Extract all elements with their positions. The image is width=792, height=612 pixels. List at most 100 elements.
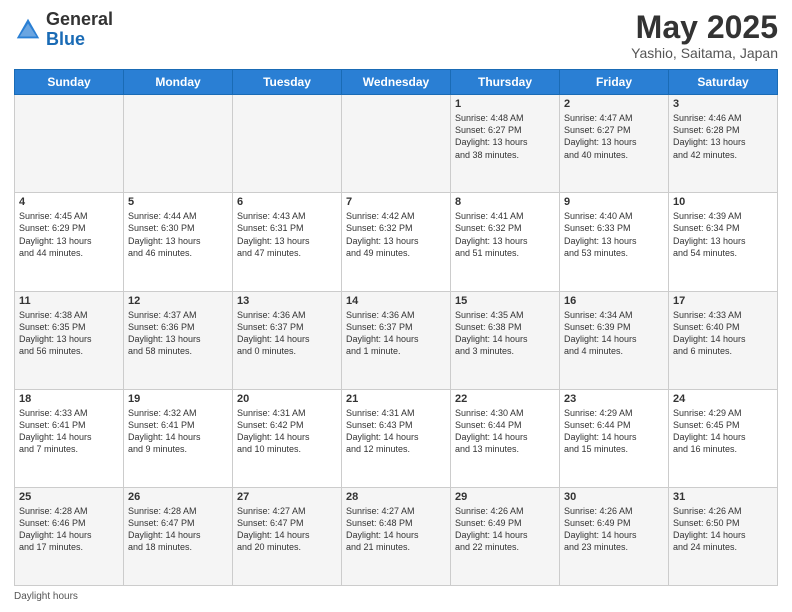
calendar-cell: 13 Sunrise: 4:36 AM Sunset: 6:37 PM Dayli… <box>233 291 342 389</box>
day-info: Sunrise: 4:32 AM Sunset: 6:41 PM Dayligh… <box>128 407 228 456</box>
calendar-cell: 22 Sunrise: 4:30 AM Sunset: 6:44 PM Dayli… <box>451 389 560 487</box>
calendar-dow-friday: Friday <box>560 70 669 95</box>
day-info: Sunrise: 4:26 AM Sunset: 6:49 PM Dayligh… <box>455 505 555 554</box>
day-info: Sunrise: 4:47 AM Sunset: 6:27 PM Dayligh… <box>564 112 664 161</box>
day-number: 3 <box>673 98 773 110</box>
day-info: Sunrise: 4:46 AM Sunset: 6:28 PM Dayligh… <box>673 112 773 161</box>
calendar-cell: 16Sunrise: 4:34 AM Sunset: 6:39 PM Dayli… <box>560 291 669 389</box>
footer: Daylight hours <box>14 591 778 602</box>
calendar-cell: 6 Sunrise: 4:43 AM Sunset: 6:31 PM Daylig… <box>233 193 342 291</box>
logo-blue: Blue <box>46 29 85 49</box>
day-number: 27 <box>237 491 337 503</box>
day-info: Sunrise: 4:40 AM Sunset: 6:33 PM Dayligh… <box>564 210 664 259</box>
calendar-cell <box>124 95 233 193</box>
day-info: Sunrise: 4:45 AM Sunset: 6:29 PM Dayligh… <box>19 210 119 259</box>
day-number: 2 <box>564 98 664 110</box>
calendar-cell: 29Sunrise: 4:26 AM Sunset: 6:49 PM Dayli… <box>451 487 560 585</box>
day-info: Sunrise: 4:26 AM Sunset: 6:49 PM Dayligh… <box>564 505 664 554</box>
day-number: 8 <box>455 196 555 208</box>
day-number: 15 <box>455 295 555 307</box>
day-info: Sunrise: 4:29 AM Sunset: 6:44 PM Dayligh… <box>564 407 664 456</box>
day-info: Sunrise: 4:36 AM Sunset: 6:37 PM Dayligh… <box>237 309 337 358</box>
day-number: 19 <box>128 393 228 405</box>
calendar-table: SundayMondayTuesdayWednesdayThursdayFrid… <box>14 69 778 586</box>
day-number: 13 <box>237 295 337 307</box>
day-number: 1 <box>455 98 555 110</box>
day-number: 12 <box>128 295 228 307</box>
day-info: Sunrise: 4:31 AM Sunset: 6:42 PM Dayligh… <box>237 407 337 456</box>
calendar-cell: 7 Sunrise: 4:42 AM Sunset: 6:32 PM Daylig… <box>342 193 451 291</box>
day-number: 5 <box>128 196 228 208</box>
day-number: 30 <box>564 491 664 503</box>
calendar-cell: 4 Sunrise: 4:45 AM Sunset: 6:29 PM Daylig… <box>15 193 124 291</box>
logo-icon <box>14 16 42 44</box>
calendar-cell: 8Sunrise: 4:41 AM Sunset: 6:32 PM Daylig… <box>451 193 560 291</box>
calendar-dow-tuesday: Tuesday <box>233 70 342 95</box>
calendar-cell: 18 Sunrise: 4:33 AM Sunset: 6:41 PM Dayli… <box>15 389 124 487</box>
calendar-cell: 1 Sunrise: 4:48 AM Sunset: 6:27 PM Daylig… <box>451 95 560 193</box>
logo-text: General Blue <box>46 10 113 50</box>
day-info: Sunrise: 4:42 AM Sunset: 6:32 PM Dayligh… <box>346 210 446 259</box>
day-number: 7 <box>346 196 446 208</box>
day-info: Sunrise: 4:43 AM Sunset: 6:31 PM Dayligh… <box>237 210 337 259</box>
calendar-dow-monday: Monday <box>124 70 233 95</box>
logo: General Blue <box>14 10 113 50</box>
calendar-dow-saturday: Saturday <box>669 70 778 95</box>
daylight-label: Daylight hours <box>14 591 78 602</box>
day-number: 26 <box>128 491 228 503</box>
day-info: Sunrise: 4:30 AM Sunset: 6:44 PM Dayligh… <box>455 407 555 456</box>
calendar-cell <box>342 95 451 193</box>
calendar-cell: 5 Sunrise: 4:44 AM Sunset: 6:30 PM Daylig… <box>124 193 233 291</box>
day-info: Sunrise: 4:31 AM Sunset: 6:43 PM Dayligh… <box>346 407 446 456</box>
day-number: 25 <box>19 491 119 503</box>
calendar-cell: 17Sunrise: 4:33 AM Sunset: 6:40 PM Dayli… <box>669 291 778 389</box>
calendar-cell <box>233 95 342 193</box>
day-info: Sunrise: 4:38 AM Sunset: 6:35 PM Dayligh… <box>19 309 119 358</box>
day-info: Sunrise: 4:48 AM Sunset: 6:27 PM Dayligh… <box>455 112 555 161</box>
day-number: 4 <box>19 196 119 208</box>
day-info: Sunrise: 4:34 AM Sunset: 6:39 PM Dayligh… <box>564 309 664 358</box>
calendar-dow-thursday: Thursday <box>451 70 560 95</box>
day-number: 17 <box>673 295 773 307</box>
calendar-week-2: 11Sunrise: 4:38 AM Sunset: 6:35 PM Dayli… <box>15 291 778 389</box>
calendar-week-3: 18 Sunrise: 4:33 AM Sunset: 6:41 PM Dayli… <box>15 389 778 487</box>
calendar-cell: 12 Sunrise: 4:37 AM Sunset: 6:36 PM Dayli… <box>124 291 233 389</box>
day-info: Sunrise: 4:28 AM Sunset: 6:46 PM Dayligh… <box>19 505 119 554</box>
calendar-cell: 15 Sunrise: 4:35 AM Sunset: 6:38 PM Dayli… <box>451 291 560 389</box>
day-info: Sunrise: 4:33 AM Sunset: 6:41 PM Dayligh… <box>19 407 119 456</box>
calendar-cell: 25 Sunrise: 4:28 AM Sunset: 6:46 PM Dayli… <box>15 487 124 585</box>
calendar-cell: 21Sunrise: 4:31 AM Sunset: 6:43 PM Dayli… <box>342 389 451 487</box>
day-number: 22 <box>455 393 555 405</box>
day-number: 10 <box>673 196 773 208</box>
title-block: May 2025 Yashio, Saitama, Japan <box>631 10 778 61</box>
calendar-cell <box>15 95 124 193</box>
day-info: Sunrise: 4:35 AM Sunset: 6:38 PM Dayligh… <box>455 309 555 358</box>
day-info: Sunrise: 4:37 AM Sunset: 6:36 PM Dayligh… <box>128 309 228 358</box>
calendar-cell: 31 Sunrise: 4:26 AM Sunset: 6:50 PM Dayli… <box>669 487 778 585</box>
calendar-week-1: 4 Sunrise: 4:45 AM Sunset: 6:29 PM Daylig… <box>15 193 778 291</box>
calendar-cell: 23Sunrise: 4:29 AM Sunset: 6:44 PM Dayli… <box>560 389 669 487</box>
day-number: 31 <box>673 491 773 503</box>
day-number: 14 <box>346 295 446 307</box>
month-title: May 2025 <box>631 10 778 45</box>
calendar-cell: 14Sunrise: 4:36 AM Sunset: 6:37 PM Dayli… <box>342 291 451 389</box>
calendar-cell: 26Sunrise: 4:28 AM Sunset: 6:47 PM Dayli… <box>124 487 233 585</box>
calendar-header-row: SundayMondayTuesdayWednesdayThursdayFrid… <box>15 70 778 95</box>
day-info: Sunrise: 4:44 AM Sunset: 6:30 PM Dayligh… <box>128 210 228 259</box>
day-info: Sunrise: 4:26 AM Sunset: 6:50 PM Dayligh… <box>673 505 773 554</box>
day-info: Sunrise: 4:27 AM Sunset: 6:48 PM Dayligh… <box>346 505 446 554</box>
day-number: 18 <box>19 393 119 405</box>
calendar-cell: 3 Sunrise: 4:46 AM Sunset: 6:28 PM Daylig… <box>669 95 778 193</box>
calendar-cell: 20Sunrise: 4:31 AM Sunset: 6:42 PM Dayli… <box>233 389 342 487</box>
calendar-cell: 19 Sunrise: 4:32 AM Sunset: 6:41 PM Dayli… <box>124 389 233 487</box>
calendar-cell: 2 Sunrise: 4:47 AM Sunset: 6:27 PM Daylig… <box>560 95 669 193</box>
calendar-week-4: 25 Sunrise: 4:28 AM Sunset: 6:46 PM Dayli… <box>15 487 778 585</box>
calendar-cell: 30 Sunrise: 4:26 AM Sunset: 6:49 PM Dayli… <box>560 487 669 585</box>
calendar-cell: 27Sunrise: 4:27 AM Sunset: 6:47 PM Dayli… <box>233 487 342 585</box>
day-number: 24 <box>673 393 773 405</box>
header: General Blue May 2025 Yashio, Saitama, J… <box>14 10 778 61</box>
day-number: 9 <box>564 196 664 208</box>
day-number: 6 <box>237 196 337 208</box>
day-number: 28 <box>346 491 446 503</box>
calendar-dow-sunday: Sunday <box>15 70 124 95</box>
